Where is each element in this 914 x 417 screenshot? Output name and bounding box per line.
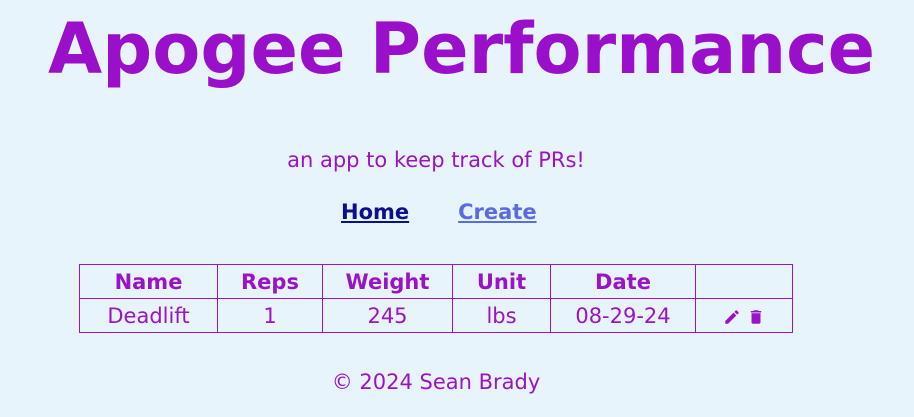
main-nav: Home Create bbox=[341, 200, 537, 224]
tagline: an app to keep track of PRs! bbox=[287, 148, 585, 172]
table-header-row: Name Reps Weight Unit Date bbox=[79, 264, 793, 299]
cell-weight: 245 bbox=[322, 298, 453, 333]
column-header-reps: Reps bbox=[217, 264, 323, 299]
footer-copyright: © 2024 Sean Brady bbox=[331, 370, 541, 394]
cell-date: 08-29-24 bbox=[550, 298, 696, 333]
column-header-actions bbox=[695, 264, 793, 299]
column-header-weight: Weight bbox=[322, 264, 453, 299]
nav-link-create[interactable]: Create bbox=[458, 200, 536, 224]
cell-reps: 1 bbox=[217, 298, 323, 333]
cell-actions bbox=[695, 298, 793, 333]
column-header-date: Date bbox=[550, 264, 696, 299]
page: Apogee Performance an app to keep track … bbox=[0, 0, 914, 417]
app-title: Apogee Performance bbox=[48, 8, 876, 90]
nav-link-home[interactable]: Home bbox=[341, 200, 409, 224]
cell-unit: lbs bbox=[452, 298, 551, 333]
column-header-name: Name bbox=[79, 264, 218, 299]
row-actions bbox=[723, 308, 765, 326]
pencil-icon[interactable] bbox=[723, 308, 741, 326]
trash-icon[interactable] bbox=[747, 308, 765, 326]
records-table: Name Reps Weight Unit Date Deadlift 1 24… bbox=[79, 264, 793, 333]
cell-name: Deadlift bbox=[79, 298, 218, 333]
table-row: Deadlift 1 245 lbs 08-29-24 bbox=[79, 298, 793, 333]
column-header-unit: Unit bbox=[452, 264, 551, 299]
